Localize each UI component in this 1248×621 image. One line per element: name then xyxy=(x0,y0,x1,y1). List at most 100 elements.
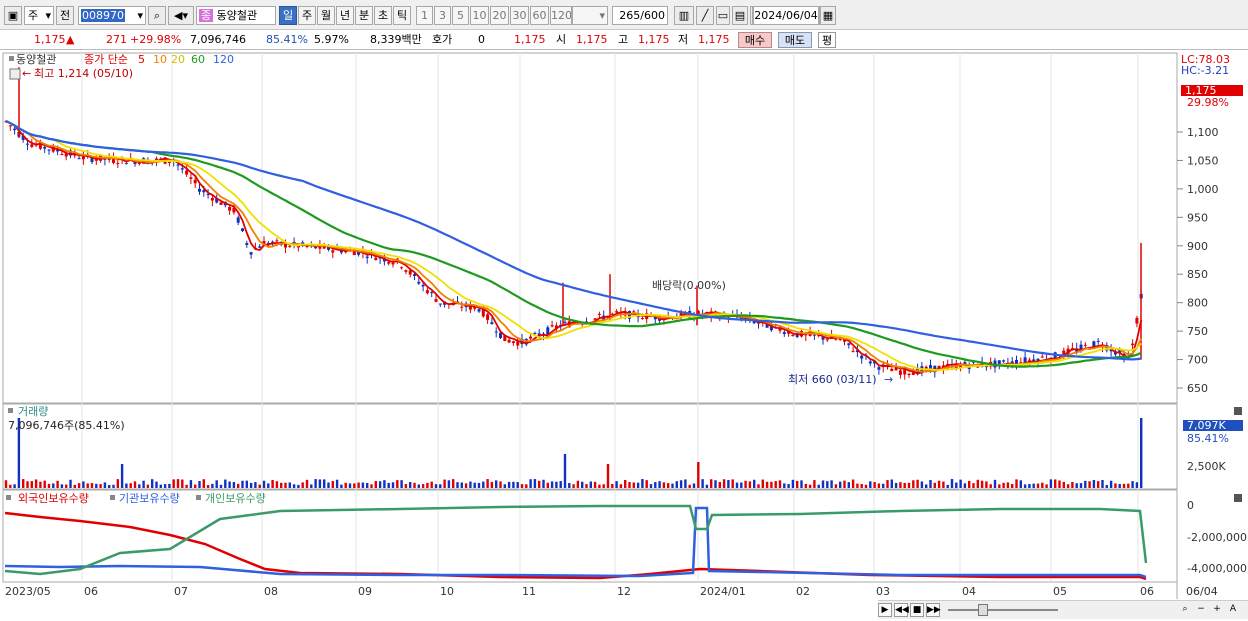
volume-bar xyxy=(413,482,416,488)
volume-bar xyxy=(482,481,485,488)
scroll-track[interactable] xyxy=(948,609,1058,611)
volume-bar xyxy=(860,484,863,488)
interval-tab-1[interactable]: 3 xyxy=(434,6,451,25)
interval-tab-5[interactable]: 30 xyxy=(510,6,529,25)
candle-body xyxy=(507,339,511,343)
close-icon[interactable] xyxy=(1234,494,1242,502)
count-value: 265 xyxy=(619,9,641,22)
volume-bar xyxy=(886,480,889,488)
volume-bar xyxy=(864,484,868,488)
ma-legend-20: 20 xyxy=(171,53,185,66)
interval-tab-2[interactable]: 5 xyxy=(452,6,469,25)
interval-tab-4[interactable]: 20 xyxy=(490,6,509,25)
volume-bar xyxy=(525,484,528,488)
interval-tab-3[interactable]: 10 xyxy=(470,6,489,25)
stop-icon[interactable]: ■ xyxy=(910,603,924,617)
layout-icon[interactable]: ▣ xyxy=(4,6,22,25)
volume-bar xyxy=(688,484,691,488)
volume-bar xyxy=(361,482,365,488)
quote-bar: 1,175 ▲ 271 +29.98% 7,096,746 85.41% 5.9… xyxy=(0,30,1248,50)
volume-bar xyxy=(60,484,64,488)
rewind-icon[interactable]: ◀◀ xyxy=(894,603,909,617)
zoom-icon[interactable]: ⌕ xyxy=(1178,603,1192,617)
volume-bar xyxy=(1011,484,1014,488)
volume-value: 7,096,746 xyxy=(190,33,246,46)
stock-chart[interactable]: 동양철관 종가 단순 5 10 20 60 120 ← 최고 1,214 (05… xyxy=(0,51,1248,621)
count-input[interactable]: 265/600 xyxy=(612,6,668,25)
price-axis-tick: 950 xyxy=(1187,211,1208,224)
screen-icon[interactable]: ▭ xyxy=(716,6,730,25)
volume-bar xyxy=(1032,483,1035,488)
stock-name-field[interactable]: 종 동양철관 xyxy=(196,6,276,25)
text-size-icon[interactable]: A xyxy=(1226,603,1240,617)
draw-line-icon[interactable]: ╱ xyxy=(696,6,714,25)
interval-dropdown[interactable]: ▾ xyxy=(572,6,608,25)
candle-body xyxy=(236,217,240,223)
candle-body xyxy=(288,246,292,248)
volume-bar xyxy=(340,484,343,488)
volume-bar xyxy=(146,484,150,488)
volume-bar xyxy=(90,483,94,488)
volume-bar xyxy=(155,481,158,488)
scroll-thumb[interactable] xyxy=(978,604,988,616)
interval-tab-6[interactable]: 60 xyxy=(530,6,549,25)
candle-body xyxy=(245,243,249,245)
close-icon[interactable] xyxy=(1234,407,1242,415)
period-tab-5[interactable]: 초 xyxy=(374,6,392,25)
period-tab-1[interactable]: 주 xyxy=(298,6,316,25)
volume-bar xyxy=(34,479,38,488)
fast-forward-icon[interactable]: ▶▶ xyxy=(926,603,941,617)
period-tab-4[interactable]: 분 xyxy=(355,6,373,25)
date-field[interactable]: 2024/06/04 xyxy=(753,6,819,25)
interval-tab-7[interactable]: 120 xyxy=(550,6,572,25)
type-select[interactable]: 주 ▾ xyxy=(24,6,54,25)
stock-code-input[interactable]: 008970 ▾ xyxy=(78,6,146,25)
period-tab-3[interactable]: 년 xyxy=(336,6,354,25)
volume-bar xyxy=(172,479,175,488)
candle-body xyxy=(241,228,244,232)
buy-button[interactable]: 매수 xyxy=(738,32,772,48)
price-axis-tick: 1,100 xyxy=(1187,126,1219,139)
period-tab-6[interactable]: 틱 xyxy=(393,6,411,25)
candle-body xyxy=(400,267,404,269)
candle-body xyxy=(847,343,851,346)
price-axis-tick: 700 xyxy=(1187,354,1208,367)
eval-button[interactable]: 평 xyxy=(818,32,836,48)
speaker-icon[interactable]: ◀▾ xyxy=(168,6,194,25)
chevron-down-icon: ▾ xyxy=(137,9,143,22)
period-tab-2[interactable]: 월 xyxy=(317,6,335,25)
save-icon[interactable]: ▤ xyxy=(732,6,748,25)
chart-area[interactable]: 동양철관 종가 단순 5 10 20 60 120 ← 최고 1,214 (05… xyxy=(0,51,1248,621)
volume-bar xyxy=(495,480,498,488)
volume-bar xyxy=(697,462,700,488)
volume-bar xyxy=(400,480,403,488)
play-icon[interactable]: ▶ xyxy=(878,603,892,617)
x-axis-label: 08 xyxy=(264,585,278,598)
sell-button[interactable]: 매도 xyxy=(778,32,812,48)
interval-tab-0[interactable]: 1 xyxy=(416,6,433,25)
volume-bar xyxy=(292,484,296,488)
candle-icon[interactable]: ▥ xyxy=(674,6,694,25)
calendar-icon[interactable]: ▦ xyxy=(820,6,836,25)
zoom-in-icon[interactable]: + xyxy=(1210,603,1224,617)
volume-bar xyxy=(447,480,451,488)
volume-bar xyxy=(430,481,433,488)
candle-body xyxy=(597,313,601,315)
type-select-value: 주 xyxy=(28,9,39,22)
volume-value-text: 7,096,746주(85.41%) xyxy=(8,419,125,432)
volume-bar xyxy=(4,480,8,488)
candle-body xyxy=(1135,317,1139,324)
candle-body xyxy=(610,313,614,315)
search-icon[interactable]: ⌕ xyxy=(148,6,166,25)
candle-body xyxy=(26,143,29,145)
volume-bar xyxy=(185,484,188,488)
volume-bar xyxy=(262,480,266,488)
zoom-out-icon[interactable]: − xyxy=(1194,603,1208,617)
legend-foreign: 외국인보유수량 xyxy=(18,492,89,505)
prev-button[interactable]: 전 xyxy=(56,6,74,25)
volume-bar xyxy=(133,481,137,488)
candle-body xyxy=(782,332,786,335)
period-tab-0[interactable]: 일 xyxy=(279,6,297,25)
volume-bar xyxy=(658,481,661,488)
volume-bar xyxy=(576,480,580,488)
